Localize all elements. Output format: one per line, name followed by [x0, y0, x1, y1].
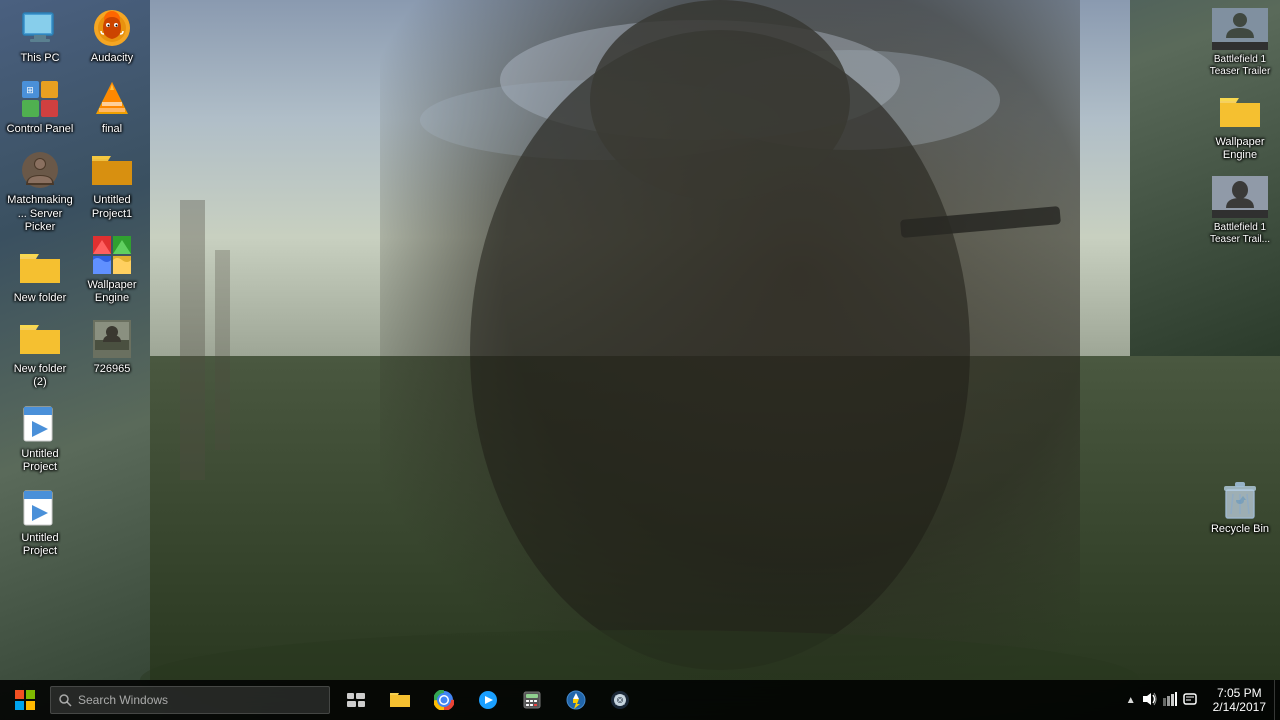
taskbar: Search Windows	[0, 680, 1280, 720]
steam-button[interactable]	[598, 680, 642, 720]
system-tray: ▲	[1118, 680, 1205, 720]
wallpaper-engine-right-icon[interactable]: Wallpaper Engine	[1200, 84, 1280, 168]
wallpaper-engine-right-label: Wallpaper Engine	[1206, 136, 1274, 162]
audacity-icon[interactable]: Audacity	[72, 0, 152, 71]
clock[interactable]: 7:05 PM 2/14/2017	[1205, 680, 1274, 720]
untitled-project1-label: Untitled Project1	[78, 194, 146, 220]
show-hidden-icons[interactable]: ▲	[1126, 695, 1136, 706]
untitled-project-2-label: Untitled Project	[6, 532, 74, 558]
file-explorer-button[interactable]	[378, 680, 422, 720]
726965-icon[interactable]: 726965	[72, 311, 152, 382]
storm-button[interactable]	[554, 680, 598, 720]
control-panel-icon[interactable]: ⊞ Control Panel	[0, 71, 80, 142]
wallpaper-engine-icon[interactable]: Wallpaper Engine	[72, 227, 152, 311]
start-button[interactable]	[0, 680, 50, 720]
show-desktop-button[interactable]	[1274, 680, 1280, 720]
untitled-project1-icon[interactable]: Untitled Project1	[72, 142, 152, 226]
new-folder-label: New folder	[14, 292, 67, 305]
726965-label: 726965	[94, 363, 131, 376]
clock-time: 7:05 PM	[1217, 686, 1262, 700]
recycle-bin-label: Recycle Bin	[1211, 523, 1269, 536]
volume-icon[interactable]	[1142, 692, 1157, 709]
desktop: This PC ⊞ Control Panel	[0, 0, 1280, 680]
battlefield-teaser-icon[interactable]: Battlefield 1 Teaser Trailer	[1200, 0, 1280, 84]
network-icon[interactable]	[1163, 692, 1177, 709]
matchmaking-label: Matchmaking... Server Picker	[6, 194, 74, 234]
calculator-button[interactable]	[510, 680, 554, 720]
new-folder-2-icon[interactable]: New folder (2)	[0, 311, 80, 395]
media-button[interactable]	[466, 680, 510, 720]
untitled-project-1-label: Untitled Project	[6, 448, 74, 474]
action-center-icon[interactable]	[1183, 692, 1197, 709]
clock-date: 2/14/2017	[1213, 700, 1266, 714]
this-pc-label: This PC	[20, 52, 59, 65]
audacity-label: Audacity	[91, 52, 133, 65]
new-folder-icon[interactable]: New folder	[0, 240, 80, 311]
new-folder-2-label: New folder (2)	[6, 363, 74, 389]
recycle-bin-icon[interactable]: Recycle Bin	[1200, 471, 1280, 542]
chrome-button[interactable]	[422, 680, 466, 720]
untitled-project-2-icon[interactable]: Untitled Project	[0, 480, 80, 564]
search-placeholder: Search Windows	[78, 693, 168, 707]
svg-text:⊞: ⊞	[26, 85, 34, 95]
battlefield-teaser2-icon[interactable]: Battlefield 1 Teaser Trail...	[1200, 168, 1280, 252]
matchmaking-icon[interactable]: Matchmaking... Server Picker	[0, 142, 80, 240]
control-panel-label: Control Panel	[7, 123, 74, 136]
search-bar[interactable]: Search Windows	[50, 686, 330, 714]
untitled-project-1-icon[interactable]: Untitled Project	[0, 396, 80, 480]
wallpaper-engine-mid-label: Wallpaper Engine	[78, 279, 146, 305]
battlefield-teaser-label: Battlefield 1 Teaser Trailer	[1206, 54, 1274, 78]
battlefield-teaser2-label: Battlefield 1 Teaser Trail...	[1206, 222, 1274, 246]
task-view-button[interactable]	[334, 680, 378, 720]
this-pc-icon[interactable]: This PC	[0, 0, 80, 71]
final-vlc-label: final	[102, 123, 122, 136]
final-vlc-icon[interactable]: final	[72, 71, 152, 142]
